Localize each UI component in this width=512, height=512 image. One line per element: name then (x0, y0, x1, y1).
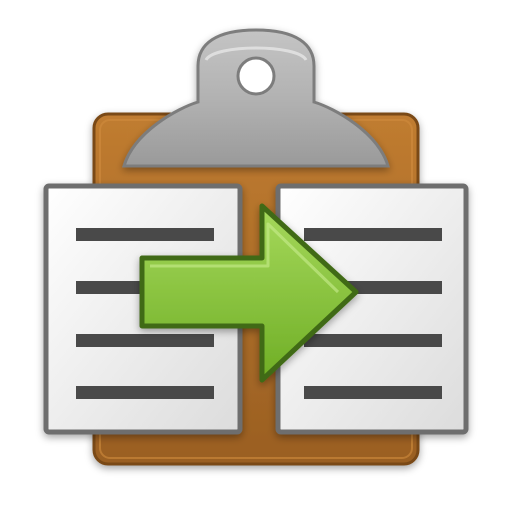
left-page-line-1 (76, 228, 214, 241)
clipboard-clip (121, 28, 391, 168)
right-page-line-4 (304, 386, 442, 399)
right-page-line-1 (304, 228, 442, 241)
left-page-line-4 (76, 386, 214, 399)
clip-hole (236, 56, 276, 96)
clipboard-copy-icon (0, 0, 512, 512)
clipboard-copy-graphic (43, 28, 469, 466)
left-page-line-3 (76, 334, 214, 347)
right-page-line-3 (304, 334, 442, 347)
